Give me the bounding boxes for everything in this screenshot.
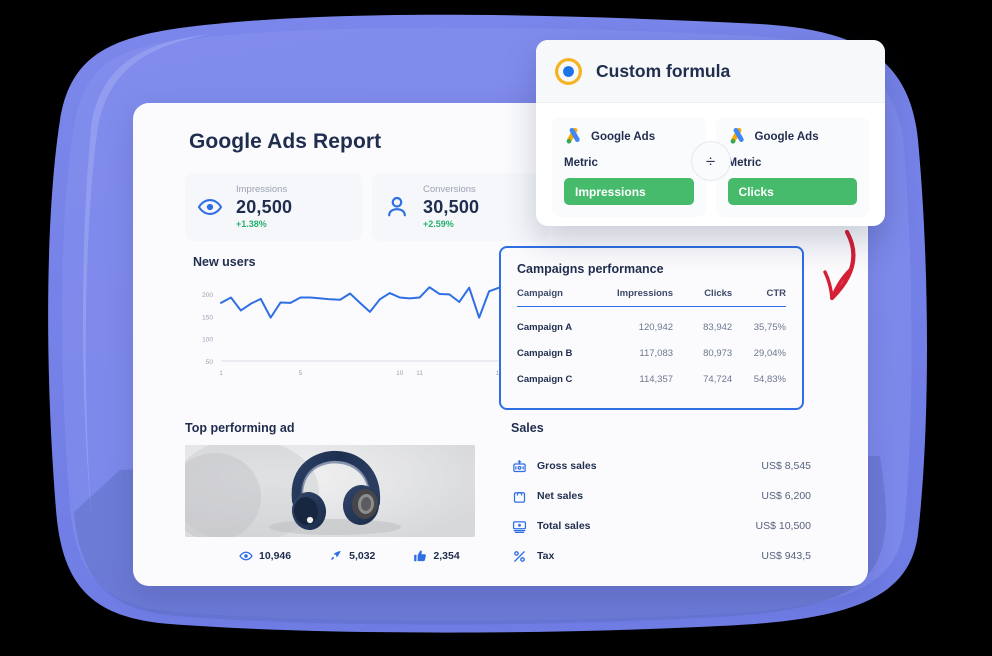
eye-icon [239, 549, 253, 563]
kpi-value: 20,500 [236, 196, 293, 217]
cell-impressions: 114,357 [639, 374, 674, 385]
svg-text:1: 1 [219, 370, 223, 377]
metric-value-clicks[interactable]: Clicks [727, 178, 857, 205]
kpi-label: Impressions [236, 184, 288, 196]
cell-ctr: 29,04% [753, 348, 786, 359]
svg-text:10: 10 [396, 370, 404, 377]
new-users-title: New users [193, 255, 256, 269]
google-ads-icon [728, 127, 747, 146]
sales-value: US$ 8,545 [761, 460, 811, 472]
custom-formula-popup: Custom formula Google Ads Metric Impress… [536, 40, 885, 226]
sales-panel: Sales Gross sales US$ 8,545 Net sales US… [511, 421, 811, 571]
top-ad-title: Top performing ad [185, 421, 295, 435]
cell-campaign: Campaign C [517, 374, 573, 385]
thumbs-up-icon [413, 549, 427, 563]
metric-field-label: Metric [564, 157, 598, 169]
sales-value: US$ 943,5 [761, 550, 811, 562]
svg-text:50: 50 [206, 359, 214, 366]
user-icon [382, 192, 412, 222]
svg-text:200: 200 [202, 292, 213, 299]
ad-stat-clicks: 5,032 [329, 549, 375, 563]
column-header[interactable]: CTR [732, 288, 786, 307]
cell-campaign: Campaign A [517, 322, 573, 333]
custom-formula-title: Custom formula [596, 60, 731, 81]
cell-impressions: 117,083 [639, 348, 674, 359]
campaigns-title: Campaigns performance [517, 262, 664, 276]
arrow-up-right-icon [329, 549, 343, 563]
sales-value: US$ 10,500 [755, 520, 811, 532]
campaigns-table: Campaign Impressions Clicks CTR Campaign… [517, 288, 786, 385]
money-box-icon [511, 458, 527, 474]
cell-impressions: 120,942 [638, 322, 674, 333]
kpi-row: Impressions 20,500 +1.38% Conversions 30… [185, 173, 549, 241]
ad-stat-value: 10,946 [259, 550, 292, 562]
column-header[interactable]: Campaign [517, 288, 604, 307]
metric-value-impressions[interactable]: Impressions [564, 178, 694, 205]
ad-stats-row: 10,946 5,032 2,354 [185, 549, 495, 563]
custom-formula-header: Custom formula [536, 40, 885, 103]
table-row[interactable]: Campaign C 114,357 74,724 54,83% [517, 359, 786, 385]
banknote-icon [511, 518, 527, 534]
annotation-arrow-icon [806, 228, 868, 315]
ad-stat-likes: 2,354 [413, 549, 460, 563]
custom-formula-body: Google Ads Metric Impressions ÷ Google A… [536, 103, 885, 226]
operator-divide-button[interactable]: ÷ [690, 141, 731, 181]
ad-stat-value: 2,354 [433, 550, 460, 562]
top-performing-ad-panel: Top performing ad 10,946 5,032 2,354 [185, 421, 495, 563]
cell-clicks: 74,724 [703, 374, 733, 385]
cell-clicks: 80,973 [703, 348, 733, 359]
metric-brand-name: Google Ads [754, 130, 819, 143]
new-users-chart: 5010015020015101115 [185, 279, 505, 383]
sales-label: Gross sales [537, 460, 597, 472]
ad-stat-views: 10,946 [239, 549, 291, 563]
screenshot-root: Google Ads Report Impressions 20,500 +1.… [0, 0, 992, 656]
table-row[interactable]: Campaign A 120,942 83,942 35,75% [517, 307, 786, 333]
svg-text:5: 5 [299, 370, 303, 377]
shopping-bag-icon [511, 488, 527, 504]
kpi-card-conversions[interactable]: Conversions 30,500 +2.59% [372, 173, 549, 241]
kpi-card-impressions[interactable]: Impressions 20,500 +1.38% [185, 173, 362, 241]
cell-clicks: 83,942 [703, 322, 733, 333]
sales-title: Sales [511, 421, 544, 435]
kpi-delta: +1.38% [236, 218, 267, 229]
ad-image[interactable] [185, 445, 475, 537]
percent-icon [511, 548, 527, 564]
sales-label: Total sales [537, 520, 591, 532]
table-row[interactable]: Campaign B 117,083 80,973 29,04% [517, 333, 786, 359]
cell-ctr: 54,83% [753, 374, 786, 385]
cell-campaign: Campaign B [517, 348, 573, 359]
table-header-row: Campaign Impressions Clicks CTR [517, 288, 786, 307]
metric-brand-name: Google Ads [591, 130, 656, 143]
kpi-value: 30,500 [423, 196, 480, 217]
metric-card-right: Google Ads Metric Clicks [715, 117, 869, 217]
eye-icon [195, 192, 225, 222]
sales-value: US$ 6,200 [761, 490, 811, 502]
column-header[interactable]: Clicks [673, 288, 733, 307]
metric-card-left: Google Ads Metric Impressions [552, 117, 706, 217]
page-title: Google Ads Report [189, 130, 382, 153]
kpi-delta: +2.59% [423, 218, 454, 229]
svg-text:150: 150 [202, 314, 213, 321]
sales-row: Net sales US$ 6,200 [511, 481, 811, 511]
ad-stat-value: 5,032 [349, 550, 376, 562]
kpi-label: Conversions [423, 184, 476, 196]
divide-icon: ÷ [705, 151, 716, 171]
campaigns-performance-card: Campaigns performance Campaign Impressio… [499, 246, 804, 410]
svg-text:100: 100 [202, 337, 213, 344]
sales-label: Net sales [537, 490, 584, 502]
sales-row: Tax US$ 943,5 [511, 541, 811, 571]
cell-ctr: 35,75% [753, 322, 786, 333]
metric-brand-right: Google Ads [728, 127, 858, 146]
sales-label: Tax [537, 550, 555, 562]
radio-target-icon [555, 57, 582, 85]
metric-brand-left: Google Ads [564, 127, 694, 146]
google-ads-icon [564, 127, 583, 146]
column-header[interactable]: Impressions [603, 288, 674, 307]
new-users-panel: New users 5010015020015101115 [185, 255, 505, 377]
metric-field-label: Metric [727, 157, 762, 169]
sales-row: Gross sales US$ 8,545 [511, 451, 811, 481]
sales-row: Total sales US$ 10,500 [511, 511, 811, 541]
svg-text:11: 11 [416, 370, 423, 377]
